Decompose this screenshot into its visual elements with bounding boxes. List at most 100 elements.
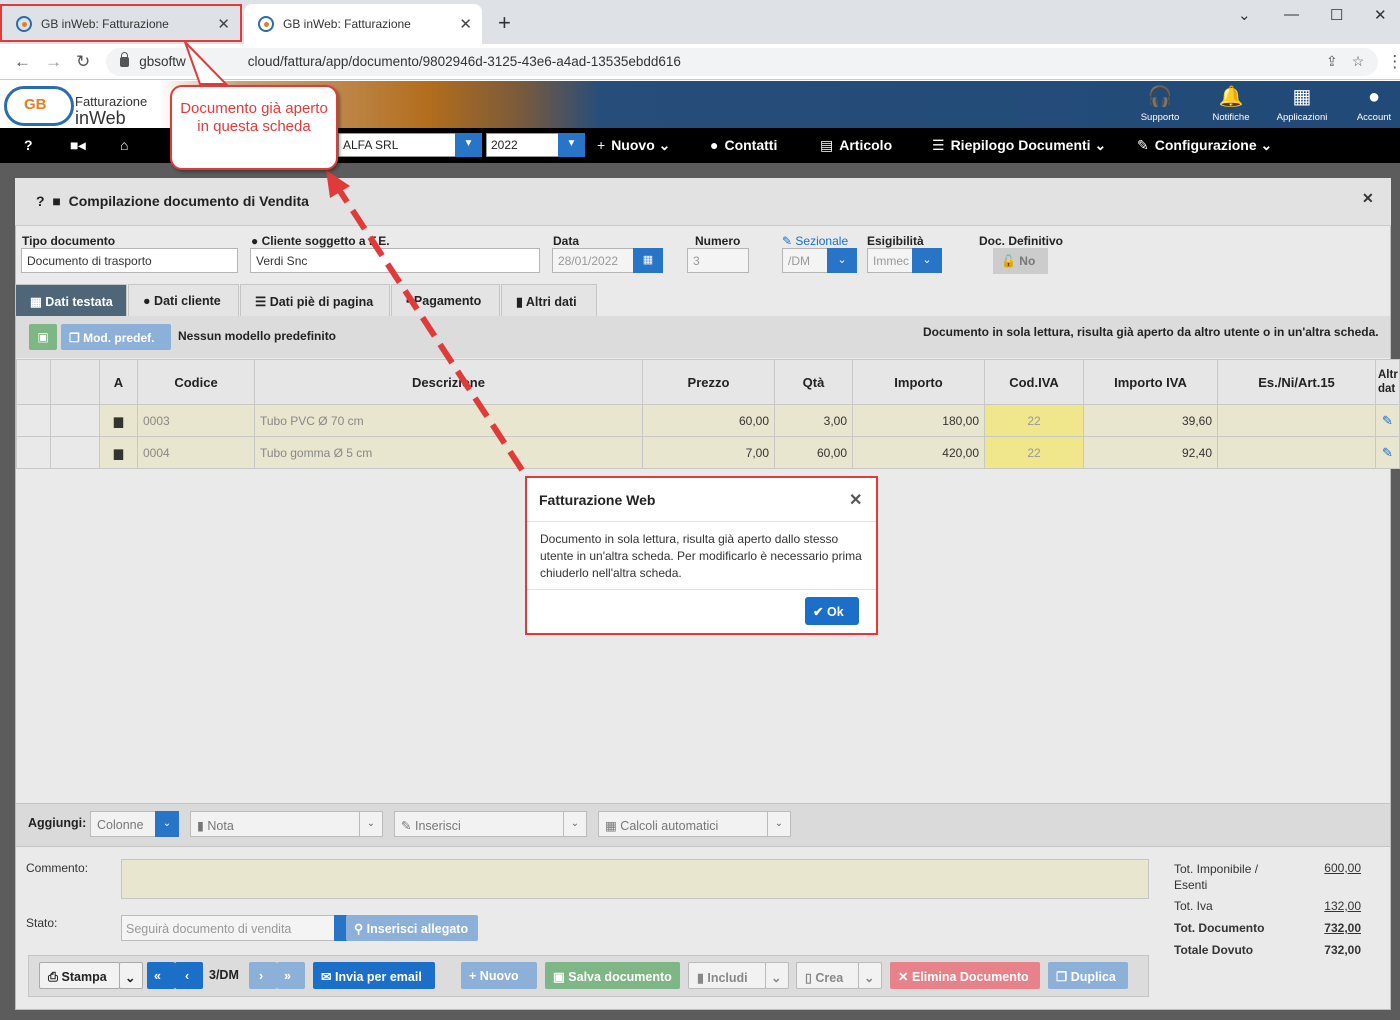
sezionale-link[interactable]: ✎ Sezionale [782, 234, 848, 248]
nuovo-button[interactable]: + Nuovo [461, 962, 537, 989]
docdef-toggle[interactable]: 🔓 No [993, 248, 1048, 274]
video-icon[interactable]: ■ [52, 193, 60, 209]
stampa-button[interactable]: ⎙ Stampa [39, 962, 120, 989]
row-actions-cell[interactable] [50, 404, 100, 437]
edit-row-icon[interactable]: ✎ [1375, 436, 1400, 469]
salva-documento-button[interactable]: ▣ Salva documento [545, 962, 680, 989]
data-input[interactable]: 28/01/2022 [552, 248, 634, 273]
reload-icon[interactable]: ↻ [76, 52, 90, 72]
menu-nuovo[interactable]: + Nuovo ⌄ [597, 137, 670, 154]
edit-row-icon[interactable]: ✎ [1375, 404, 1400, 437]
col-a[interactable]: A [99, 359, 138, 405]
minimize-icon[interactable]: — [1284, 6, 1299, 23]
crea-dropdown-icon[interactable]: ⌄ [858, 962, 882, 989]
table-row[interactable]: ▆ 0003 Tubo PVC Ø 70 cm 60,00 3,00 180,0… [16, 404, 1400, 437]
esigibilita-dropdown-icon[interactable]: ⌄ [912, 248, 942, 273]
home-icon[interactable]: ⌂ [120, 137, 128, 153]
duplica-button[interactable]: ❐ Duplica [1048, 962, 1128, 989]
share-icon[interactable]: ⇪ [1326, 53, 1338, 70]
crea-button[interactable]: ▯ Crea [796, 962, 859, 989]
tab-altri-dati[interactable]: ▮ Altri dati [501, 284, 597, 316]
stato-select[interactable]: Seguirà documento di vendita [121, 915, 335, 941]
browser-menu-icon[interactable]: ⋮ [1386, 52, 1400, 72]
col-altri-dati[interactable]: Altr dat [1375, 359, 1400, 405]
apps-button[interactable]: ▦ Applicazioni [1270, 84, 1334, 126]
first-record-icon[interactable]: « [147, 962, 175, 989]
inserisci-allegato-button[interactable]: ⚲ Inserisci allegato [346, 915, 478, 941]
company-dropdown-button[interactable]: ▼ [455, 133, 482, 157]
close-tab-icon[interactable]: ✕ [459, 15, 472, 33]
last-record-icon[interactable]: » [277, 962, 305, 989]
sezionale-dropdown-icon[interactable]: ⌄ [827, 248, 857, 273]
col-descrizione[interactable]: Descrizione [254, 359, 643, 405]
includi-button[interactable]: ▮ Includi [688, 962, 766, 989]
video-icon[interactable]: ■◂ [70, 137, 85, 154]
table-row[interactable]: ▆ 0004 Tubo gomma Ø 5 cm 7,00 60,00 420,… [16, 436, 1400, 469]
col-prezzo[interactable]: Prezzo [642, 359, 775, 405]
tab-dati-cliente[interactable]: ● Dati cliente [128, 284, 239, 316]
col-qta[interactable]: Qtà [774, 359, 853, 405]
panel-close-icon[interactable]: ✕ [1362, 190, 1374, 207]
new-tab-icon[interactable]: + [498, 12, 511, 34]
cliente-input[interactable]: Verdi Snc [250, 248, 540, 273]
prev-record-icon[interactable]: ‹ [175, 962, 203, 989]
inserisci-select[interactable]: ✎ Inserisci [394, 811, 564, 837]
article-box-icon[interactable]: ▆ [99, 436, 138, 469]
back-icon[interactable]: ← [14, 52, 31, 72]
esigibilita-input[interactable]: Immec [867, 248, 913, 273]
menu-contatti[interactable]: ● Contatti [710, 137, 777, 153]
menu-articolo[interactable]: ▤ Articolo [820, 137, 892, 154]
row-actions-cell[interactable] [50, 436, 100, 469]
menu-riepilogo[interactable]: ☰ Riepilogo Documenti ⌄ [932, 137, 1106, 154]
calcoli-dropdown-icon[interactable]: ⌄ [767, 811, 791, 837]
nota-select[interactable]: ▮ Nota [190, 811, 360, 837]
invia-email-button[interactable]: ✉ Invia per email [313, 962, 435, 989]
company-select[interactable]: ALFA SRL [338, 133, 456, 157]
colonne-dropdown-icon[interactable]: ⌄ [155, 811, 179, 837]
tab-dati-testata[interactable]: ▦ Dati testata [15, 284, 127, 316]
menu-configurazione[interactable]: ✎ Configurazione ⌄ [1137, 137, 1272, 154]
bookmark-star-icon[interactable]: ☆ [1352, 53, 1365, 70]
article-box-icon[interactable]: ▆ [99, 404, 138, 437]
help-menu-button[interactable]: ? [24, 137, 33, 153]
support-button[interactable]: 🎧 Supporto [1128, 84, 1192, 126]
panel-help-icon[interactable]: ? [36, 193, 45, 209]
window-close-icon[interactable]: ✕ [1374, 6, 1387, 24]
account-button[interactable]: ● Account [1342, 84, 1400, 126]
col-importo-iva[interactable]: Importo IVA [1083, 359, 1218, 405]
sezionale-input[interactable]: /DM [782, 248, 828, 273]
calcoli-select[interactable]: ▦ Calcoli automatici [598, 811, 768, 837]
browser-tab-2[interactable]: GB inWeb: Fatturazione ✕ [244, 4, 482, 44]
forward-icon[interactable]: → [45, 52, 62, 72]
dialog-ok-button[interactable]: ✔ Ok [805, 597, 859, 625]
mod-predef-button[interactable]: ❐ Mod. predef. [61, 324, 171, 350]
calendar-icon[interactable]: ▦ [633, 248, 663, 273]
elimina-documento-button[interactable]: ✕ Elimina Documento [890, 962, 1040, 989]
maximize-icon[interactable]: ☐ [1330, 6, 1343, 24]
col-codice[interactable]: Codice [137, 359, 255, 405]
year-select[interactable]: 2022 [486, 133, 559, 157]
col-codiva[interactable]: Cod.IVA [984, 359, 1084, 405]
commento-textarea[interactable] [121, 859, 1149, 899]
numero-input[interactable]: 3 [687, 248, 749, 273]
notifications-button[interactable]: 🔔 Notifiche [1199, 84, 1263, 126]
next-record-icon[interactable]: › [249, 962, 277, 989]
tab-pagamento[interactable]: ▪ Pagamento [391, 284, 500, 316]
inserisci-dropdown-icon[interactable]: ⌄ [563, 811, 587, 837]
col-esenzione[interactable]: Es./Ni/Art.15 [1217, 359, 1376, 405]
dialog-close-icon[interactable]: ✕ [849, 490, 862, 510]
colonne-select[interactable]: Colonne [90, 811, 156, 837]
app-logo[interactable]: GB Fatturazione inWeb [2, 84, 162, 128]
row-select-cell[interactable] [16, 436, 51, 469]
row-select-cell[interactable] [16, 404, 51, 437]
save-model-button[interactable]: ▣ [29, 324, 57, 350]
stampa-dropdown-icon[interactable]: ⌄ [119, 962, 143, 989]
tipo-input[interactable]: Documento di trasporto [21, 248, 238, 273]
year-dropdown-button[interactable]: ▼ [558, 133, 585, 157]
col-importo[interactable]: Importo [852, 359, 985, 405]
tab-search-icon[interactable]: ⌄ [1238, 6, 1251, 24]
tab-dati-pie[interactable]: ☰ Dati piè di pagina [240, 284, 390, 316]
url-field[interactable]: gbsoftw cloud/fattura/app/documento/98029… [106, 47, 1379, 76]
includi-dropdown-icon[interactable]: ⌄ [765, 962, 789, 989]
nota-dropdown-icon[interactable]: ⌄ [359, 811, 383, 837]
